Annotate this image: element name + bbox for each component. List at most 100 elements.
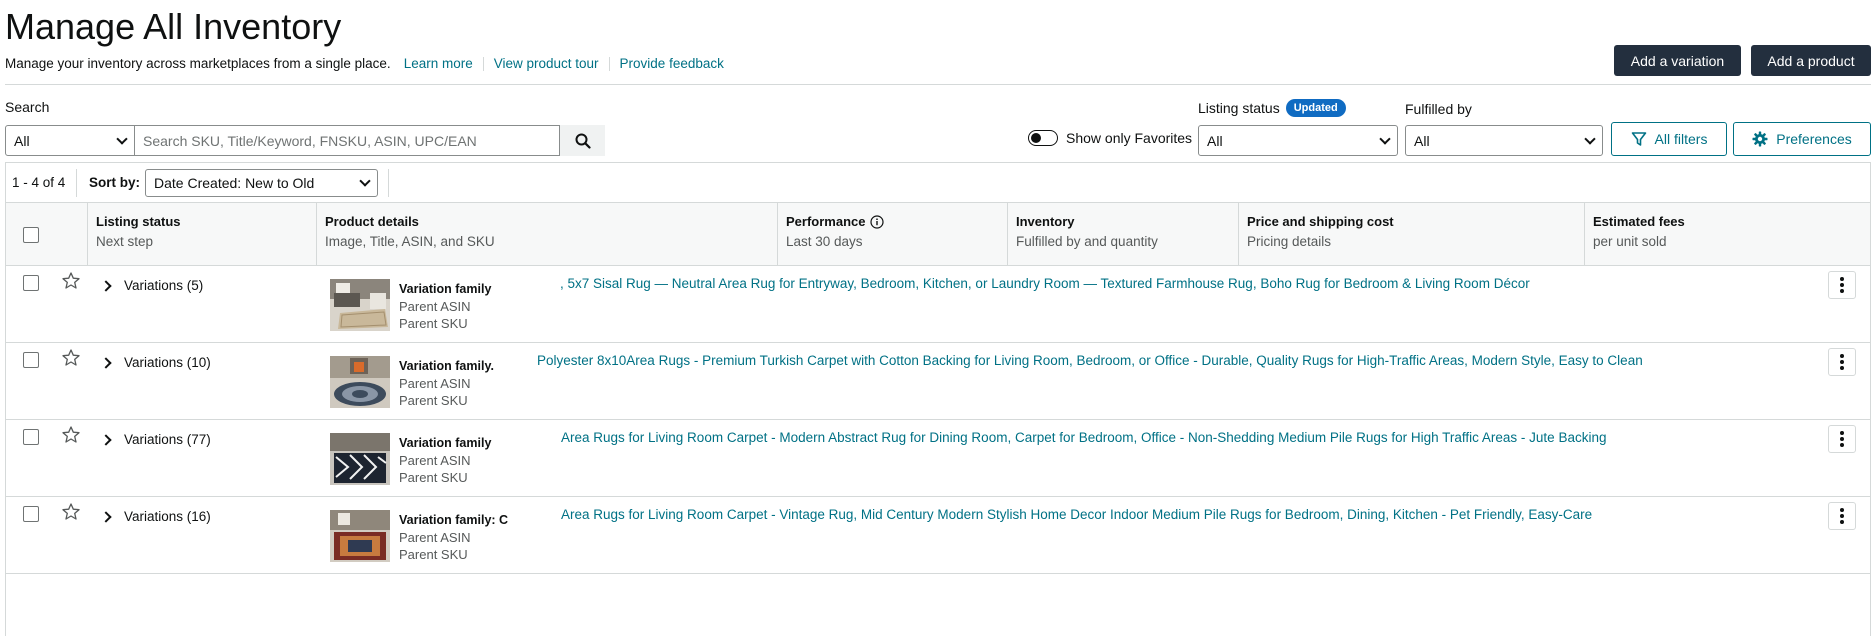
sort-select[interactable]: Date Created: New to Old [145, 168, 379, 197]
link-divider [608, 56, 610, 71]
parent-asin-label: Parent ASIN [399, 376, 471, 391]
row-checkbox[interactable] [23, 506, 39, 522]
toggle-knob [1031, 133, 1041, 143]
add-product-button[interactable]: Add a product [1751, 45, 1871, 76]
variations-toggle[interactable]: Variations (5) [100, 278, 204, 293]
parent-sku-label: Parent SKU [399, 547, 468, 562]
updated-badge: Updated [1285, 99, 1346, 117]
column-subtitle: Next step [96, 234, 154, 249]
chevron-down-icon [116, 132, 128, 145]
column-title: Performance [786, 214, 866, 229]
listing-status-text: Listing status [1198, 100, 1280, 116]
product-title-link[interactable]: Area Rugs for Living Room Carpet - Vinta… [561, 507, 1592, 522]
select-all-checkbox[interactable] [23, 227, 39, 243]
search-icon [575, 133, 591, 149]
search-scope-value: All [14, 132, 30, 149]
column-subtitle: Last 30 days [786, 234, 863, 249]
listing-status-value: All [1207, 132, 1223, 149]
view-product-tour-link[interactable]: View product tour [494, 56, 599, 71]
variations-toggle[interactable]: Variations (77) [100, 432, 211, 447]
column-title: Product details [325, 214, 419, 229]
product-meta: Variation family Parent ASIN Parent SKU [399, 281, 491, 332]
divider [76, 168, 77, 197]
header-divider [5, 84, 1871, 85]
star-icon[interactable] [61, 425, 81, 445]
variations-count: Variations (77) [124, 432, 211, 447]
column-title: Price and shipping cost [1247, 214, 1394, 229]
parent-asin-label: Parent ASIN [399, 530, 471, 545]
variations-count: Variations (5) [124, 278, 204, 293]
listing-status-select[interactable]: All [1198, 125, 1398, 156]
chevron-right-icon [100, 433, 112, 446]
row-actions-menu[interactable] [1828, 502, 1856, 530]
column-inventory: Inventory Fulfilled by and quantity [1007, 203, 1238, 266]
column-listing-status: Listing status Next step [87, 203, 316, 266]
column-price-shipping: Price and shipping cost Pricing details [1238, 203, 1584, 266]
search-bar: All Search SKU, Title/Keyword, FNSKU, AS… [5, 125, 605, 156]
preferences-button[interactable]: Preferences [1733, 122, 1871, 156]
learn-more-link[interactable]: Learn more [404, 56, 473, 71]
result-count: 1 - 4 of 4 [12, 175, 66, 190]
favorites-toggle-wrap: Show only Favorites [1028, 130, 1192, 146]
provide-feedback-link[interactable]: Provide feedback [620, 56, 724, 71]
parent-sku-label: Parent SKU [399, 393, 468, 408]
chevron-right-icon [100, 510, 112, 523]
inventory-table: 1 - 4 of 4 Sort by: Date Created: New to… [5, 162, 1871, 636]
product-meta: Variation family. Parent ASIN Parent SKU [399, 358, 494, 409]
chevron-down-icon [1379, 132, 1391, 145]
page-title: Manage All Inventory [5, 6, 342, 47]
chevron-right-icon [100, 356, 112, 369]
row-checkbox[interactable] [23, 352, 39, 368]
chevron-down-icon [1584, 132, 1596, 145]
filter-icon [1631, 132, 1646, 146]
column-subtitle: Fulfilled by and quantity [1016, 234, 1158, 249]
preferences-label: Preferences [1776, 131, 1852, 147]
table-row: Variations (5) Variation family Parent A… [6, 266, 1870, 343]
gear-icon [1752, 131, 1768, 147]
favorites-label: Show only Favorites [1066, 130, 1193, 146]
variation-family: Variation family [399, 436, 492, 450]
star-icon[interactable] [61, 271, 81, 291]
product-thumbnail[interactable] [330, 433, 390, 485]
search-scope-select[interactable]: All [5, 125, 135, 156]
search-input[interactable]: Search SKU, Title/Keyword, FNSKU, ASIN, … [135, 125, 560, 156]
product-thumbnail[interactable] [330, 510, 390, 562]
chevron-right-icon [100, 279, 112, 292]
parent-asin-label: Parent ASIN [399, 453, 471, 468]
row-actions-menu[interactable] [1828, 271, 1856, 299]
column-subtitle: Image, Title, ASIN, and SKU [325, 234, 495, 249]
variations-count: Variations (10) [124, 355, 211, 370]
row-checkbox[interactable] [23, 275, 39, 291]
table-header: Listing status Next step Product details… [6, 203, 1870, 266]
table-row: Variations (16) Variation family: C Pare… [6, 497, 1870, 574]
star-icon[interactable] [61, 502, 81, 522]
column-subtitle: Pricing details [1247, 234, 1332, 249]
fulfilled-by-select[interactable]: All [1405, 125, 1603, 156]
add-variation-button[interactable]: Add a variation [1614, 45, 1741, 76]
info-icon[interactable] [870, 214, 885, 229]
favorites-toggle[interactable] [1028, 130, 1058, 146]
product-title-link[interactable]: Polyester 8x10Area Rugs - Premium Turkis… [537, 353, 1643, 368]
parent-sku-label: Parent SKU [399, 316, 468, 331]
search-button[interactable] [560, 125, 605, 156]
sort-label: Sort by: [89, 175, 141, 190]
link-divider [482, 56, 484, 71]
product-thumbnail[interactable] [330, 356, 390, 408]
row-checkbox[interactable] [23, 429, 39, 445]
column-performance: Performance Last 30 days [777, 203, 1007, 266]
row-actions-menu[interactable] [1828, 425, 1856, 453]
table-row: Variations (10) Variation family. Parent… [6, 343, 1870, 420]
column-estimated-fees: Estimated fees per unit sold [1584, 203, 1870, 266]
all-filters-button[interactable]: All filters [1611, 122, 1727, 156]
star-icon[interactable] [61, 348, 81, 368]
all-filters-label: All filters [1654, 131, 1708, 147]
product-title-link[interactable]: , 5x7 Sisal Rug — Neutral Area Rug for E… [560, 276, 1530, 291]
product-thumbnail[interactable] [330, 279, 390, 331]
variations-toggle[interactable]: Variations (10) [100, 355, 211, 370]
divider [388, 168, 390, 197]
row-actions-menu[interactable] [1828, 348, 1856, 376]
product-title-link[interactable]: Area Rugs for Living Room Carpet - Moder… [561, 430, 1606, 445]
variation-family: Variation family. [399, 359, 494, 373]
variations-toggle[interactable]: Variations (16) [100, 509, 211, 524]
fulfilled-by-label: Fulfilled by [1405, 101, 1472, 117]
